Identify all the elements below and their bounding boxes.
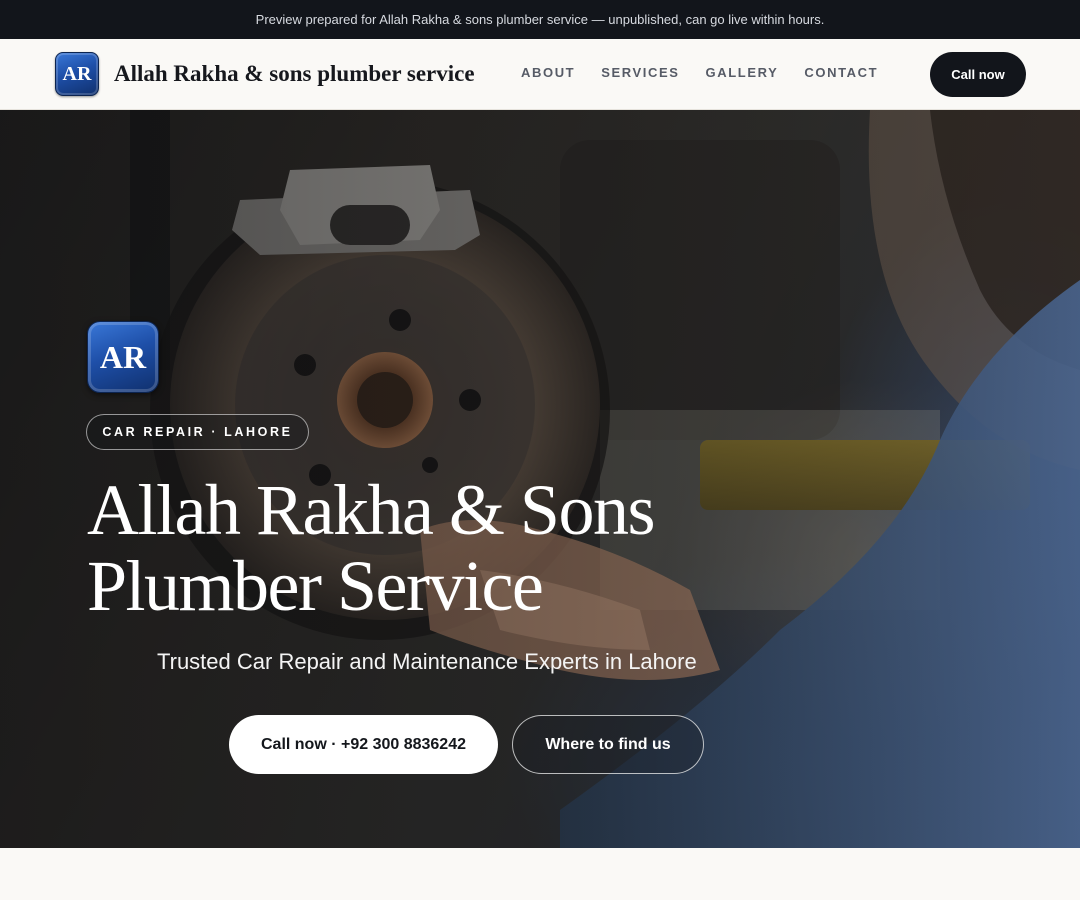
hero-subtitle: Trusted Car Repair and Maintenance Exper… [157,649,697,674]
site-header: AR Allah Rakha & sons plumber service AB… [0,39,1080,110]
header-call-button[interactable]: Call now [930,52,1026,97]
hero-title-line-1: Allah Rakha & Sons [87,470,655,550]
logo-icon[interactable]: AR [55,52,99,96]
call-now-phone-button[interactable]: Call now · +92 300 8836242 [229,715,498,774]
main-nav: ABOUT SERVICES GALLERY CONTACT [521,65,878,81]
hero-title: Allah Rakha & Sons Plumber Service [87,472,787,624]
nav-link-gallery[interactable]: GALLERY [706,65,779,81]
hero-section: AR CAR REPAIR · LAHORE Allah Rakha & Son… [0,110,1080,848]
nav-link-contact[interactable]: CONTACT [804,65,878,81]
brand-name[interactable]: Allah Rakha & sons plumber service [114,59,475,89]
where-to-find-us-button[interactable]: Where to find us [512,715,704,774]
hero-title-line-2: Plumber Service [87,546,544,626]
preview-banner: Preview prepared for Allah Rakha & sons … [0,0,1080,39]
preview-banner-text: Preview prepared for Allah Rakha & sons … [255,12,825,27]
nav-link-services[interactable]: SERVICES [601,65,679,81]
hero-category-tag: CAR REPAIR · LAHORE [86,414,309,450]
nav-link-about[interactable]: ABOUT [521,65,575,81]
hero-logo-icon: AR [87,321,159,393]
